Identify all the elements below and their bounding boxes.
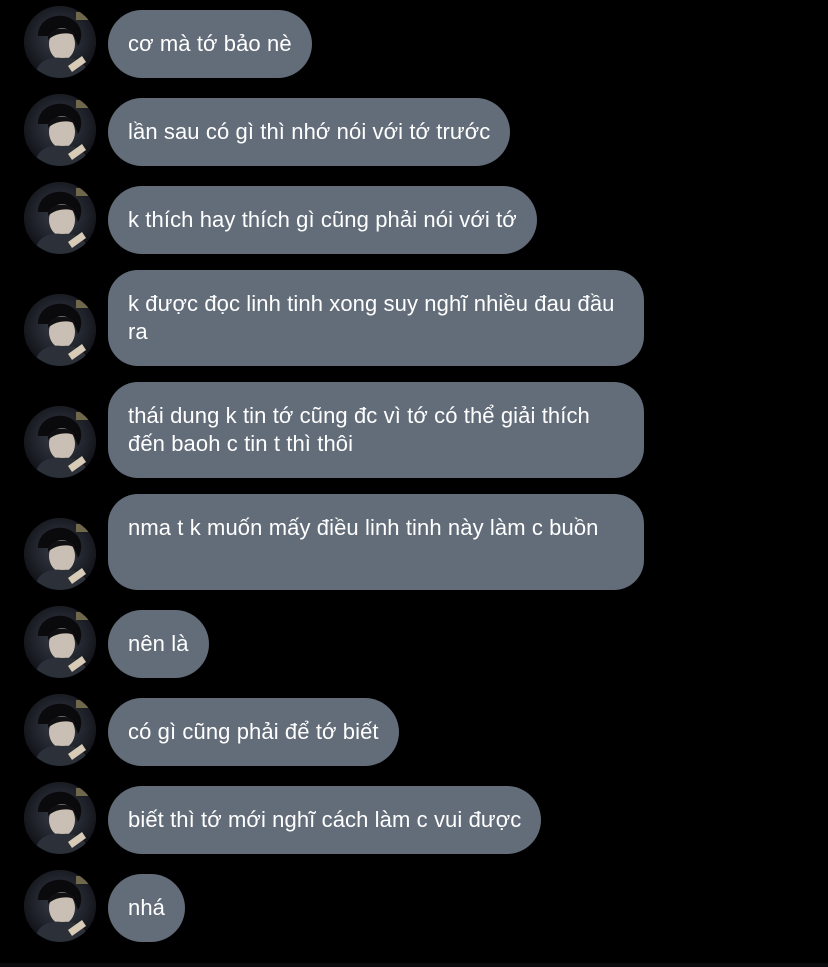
avatar[interactable] — [24, 94, 96, 166]
message-bubble[interactable]: lần sau có gì thì nhớ nói với tớ trước — [108, 98, 511, 166]
avatar-image — [24, 782, 96, 854]
avatar-image — [24, 606, 96, 678]
message-bubble[interactable]: k thích hay thích gì cũng phải nói với t… — [108, 186, 537, 254]
avatar-image — [24, 6, 96, 78]
message-bubble[interactable]: k được đọc linh tinh xong suy nghĩ nhiều… — [108, 270, 644, 366]
avatar[interactable] — [24, 406, 96, 478]
avatar[interactable] — [24, 182, 96, 254]
message-bubble[interactable]: biết thì tớ mới nghĩ cách làm c vui được — [108, 786, 542, 854]
message-bubble[interactable]: nma t k muốn mấy điều linh tinh này làm … — [108, 494, 644, 590]
avatar[interactable] — [24, 294, 96, 366]
bottom-divider — [0, 963, 828, 967]
message-bubble[interactable]: cơ mà tớ bảo nè — [108, 10, 312, 78]
avatar-image — [24, 406, 96, 478]
avatar[interactable] — [24, 518, 96, 590]
avatar[interactable] — [24, 870, 96, 942]
avatar[interactable] — [24, 6, 96, 78]
message-bubble[interactable]: nên là — [108, 610, 209, 678]
avatar-image — [24, 694, 96, 766]
avatar[interactable] — [24, 694, 96, 766]
avatar-image — [24, 182, 96, 254]
avatar[interactable] — [24, 782, 96, 854]
avatar-image — [24, 94, 96, 166]
message-bubble[interactable]: nhá — [108, 874, 186, 942]
message-bubble[interactable]: có gì cũng phải để tớ biết — [108, 698, 399, 766]
avatar-image — [24, 294, 96, 366]
avatar-image — [24, 870, 96, 942]
message-bubble[interactable]: thái dung k tin tớ cũng đc vì tớ có thể … — [108, 382, 644, 478]
avatar-image — [24, 518, 96, 590]
avatar[interactable] — [24, 606, 96, 678]
